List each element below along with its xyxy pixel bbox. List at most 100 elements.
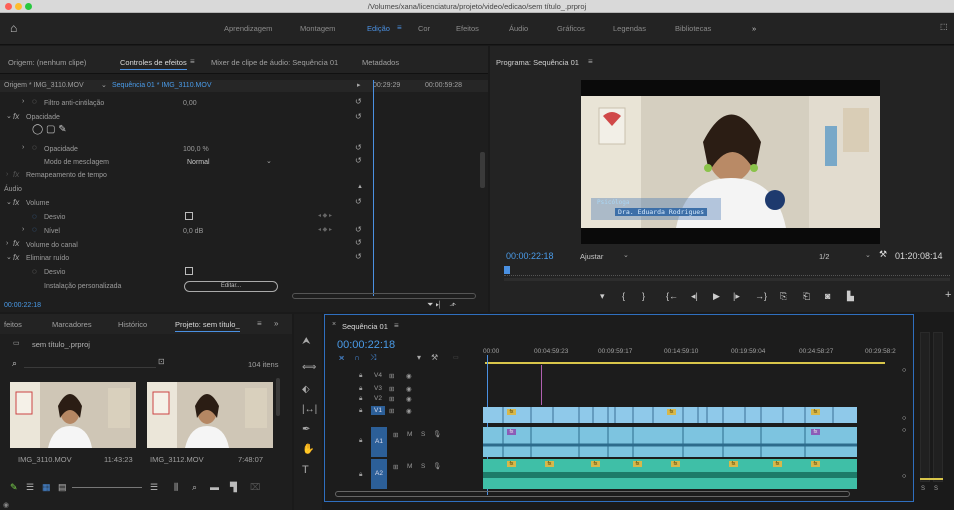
keyframe-nav-icon[interactable]: ◂ ◆ ▸: [318, 212, 332, 219]
workspace-tab-montagem[interactable]: Montagem: [300, 24, 335, 33]
track-lane-v2[interactable]: [483, 395, 857, 405]
more-workspaces-button[interactable]: »: [752, 24, 756, 33]
tab-markers[interactable]: Marcadores: [52, 320, 92, 329]
tab-metadata[interactable]: Metadados: [362, 58, 399, 67]
expand-icon[interactable]: ›: [22, 226, 24, 233]
workspace-tab-graficos[interactable]: Gráficos: [557, 24, 585, 33]
export-frame-icon[interactable]: ◙: [825, 291, 830, 301]
mark-out-button[interactable]: }: [642, 291, 645, 301]
sort-icon[interactable]: ☰: [150, 482, 158, 493]
sync-icon[interactable]: ⊞: [389, 385, 394, 393]
zoom-slider[interactable]: [72, 487, 142, 488]
reset-icon[interactable]: ↺: [355, 97, 362, 106]
list-view-icon[interactable]: ☰: [26, 482, 34, 493]
project-item-thumbnail[interactable]: [147, 382, 273, 448]
tab-history[interactable]: Histórico: [118, 320, 147, 329]
expand-icon[interactable]: ›: [6, 171, 8, 178]
blend-mode-select[interactable]: Normal: [187, 159, 210, 166]
menu-icon[interactable]: ≡: [397, 23, 402, 32]
mic-icon[interactable]: 🎙︎: [433, 430, 441, 438]
pencil-icon[interactable]: ✎: [10, 482, 18, 493]
clip-selector[interactable]: Origem * IMG_3110.MOV: [4, 82, 84, 89]
work-area-bar[interactable]: [485, 362, 885, 364]
sync-icon[interactable]: ⊞: [393, 431, 398, 439]
ripple-edit-icon[interactable]: ⬖: [302, 384, 310, 395]
home-icon[interactable]: ⌂: [10, 21, 17, 35]
mask-tools-icon[interactable]: ◯ ▢ ✎: [32, 124, 67, 135]
workspace-tab-legendas[interactable]: Legendas: [613, 24, 646, 33]
tab-project[interactable]: Projeto: sem título_: [175, 320, 240, 332]
eye-icon[interactable]: ◉: [406, 407, 412, 415]
track-lane-v1[interactable]: fx fx fx: [483, 407, 857, 423]
reset-icon[interactable]: ↺: [355, 156, 362, 165]
panel-menu-icon[interactable]: ≡: [588, 57, 593, 66]
video-frame[interactable]: Psicóloga Dra. Eduarda Rodrigues: [581, 80, 880, 244]
tab-effect-controls[interactable]: Controles de efeitos: [120, 58, 187, 70]
meter-solo-left[interactable]: S: [921, 486, 925, 492]
workspace-tab-edicao[interactable]: Edição: [367, 24, 390, 33]
workspace-tab-aprendizagem[interactable]: Aprendizagem: [224, 24, 272, 33]
bypass-checkbox[interactable]: [185, 212, 193, 220]
timeline-zoom-scrollbar[interactable]: [335, 491, 850, 497]
lock-icon[interactable]: 🔒︎: [359, 437, 362, 445]
program-scrub-bar[interactable]: [504, 266, 950, 276]
play-button[interactable]: ▶: [713, 291, 720, 302]
more-panels-icon[interactable]: »: [274, 319, 278, 328]
scroll-handle-icon[interactable]: ○: [902, 415, 906, 422]
expand-icon[interactable]: ›: [22, 98, 24, 105]
marker-icon[interactable]: ▾: [417, 353, 421, 362]
mute-button[interactable]: M: [407, 463, 412, 470]
automate-icon[interactable]: ⫼: [174, 482, 178, 493]
lock-icon[interactable]: 🔒︎: [359, 471, 362, 479]
reset-icon[interactable]: ↺: [355, 238, 362, 247]
lift-button[interactable]: ⎘: [780, 291, 787, 302]
scroll-handle-icon[interactable]: ○: [902, 367, 906, 374]
workspace-tab-audio[interactable]: Áudio: [509, 24, 528, 33]
program-zoom-bar[interactable]: [504, 278, 950, 281]
step-back-button[interactable]: ◂|: [691, 291, 698, 302]
bypass-checkbox[interactable]: [185, 267, 193, 275]
eye-icon[interactable]: ◉: [406, 395, 412, 403]
tab-audio-mixer[interactable]: Mixer de clipe de áudio: Sequência 01: [211, 58, 338, 67]
search-input[interactable]: [24, 358, 156, 368]
add-button[interactable]: +: [945, 289, 951, 301]
track-lane-a2[interactable]: fx fx fx fx fx fx fx fx: [483, 459, 857, 489]
chevron-down-icon[interactable]: ⌄: [623, 251, 629, 259]
close-tab-icon[interactable]: ×: [332, 321, 336, 328]
scroll-handle-icon[interactable]: ○: [902, 473, 906, 480]
track-label[interactable]: A2: [371, 459, 387, 489]
captions-icon[interactable]: ▭: [453, 354, 459, 361]
sequence-tab[interactable]: Sequência 01: [342, 322, 388, 331]
trash-icon[interactable]: ⌧: [250, 482, 260, 493]
eye-icon[interactable]: ◉: [406, 385, 412, 393]
status-icon[interactable]: ◉: [3, 501, 9, 509]
share-icon[interactable]: ⬚: [940, 22, 948, 31]
play-only-icon[interactable]: ▸: [357, 81, 361, 89]
eye-icon[interactable]: ◉: [406, 372, 412, 380]
lock-icon[interactable]: 🔒︎: [359, 372, 362, 380]
effect-scrollbar[interactable]: [480, 152, 485, 188]
lock-icon[interactable]: 🔒︎: [359, 395, 362, 403]
expand-icon[interactable]: ›: [6, 240, 8, 247]
timeline-timecode[interactable]: 00:00:22:18: [337, 339, 395, 351]
stopwatch-icon[interactable]: ◌: [32, 97, 37, 106]
fx-row-value[interactable]: 0,00: [183, 100, 197, 107]
add-marker-button[interactable]: ▾: [600, 291, 605, 302]
freeform-view-icon[interactable]: ▤: [58, 482, 67, 493]
icon-view-icon[interactable]: ▦: [42, 482, 51, 493]
chevron-down-icon[interactable]: ⌄: [6, 112, 12, 120]
extract-button[interactable]: ⎗: [803, 291, 810, 302]
panel-menu-icon[interactable]: ≡: [257, 319, 262, 328]
search-icon[interactable]: ⌕: [12, 358, 17, 369]
sync-icon[interactable]: ⊞: [389, 372, 394, 380]
sync-icon[interactable]: ⊞: [389, 395, 394, 403]
sync-icon[interactable]: ⊞: [393, 463, 398, 471]
track-select-icon[interactable]: ⟺: [302, 362, 316, 373]
razor-tool-icon[interactable]: |↔|: [302, 404, 317, 415]
sync-icon[interactable]: ⊞: [389, 407, 394, 415]
reset-icon[interactable]: ↺: [355, 112, 362, 121]
resolution-select[interactable]: 1/2: [819, 252, 829, 261]
new-bin-icon[interactable]: ▬: [210, 482, 219, 492]
collapse-icon[interactable]: ▲: [357, 184, 363, 190]
reset-icon[interactable]: ↺: [355, 252, 362, 261]
